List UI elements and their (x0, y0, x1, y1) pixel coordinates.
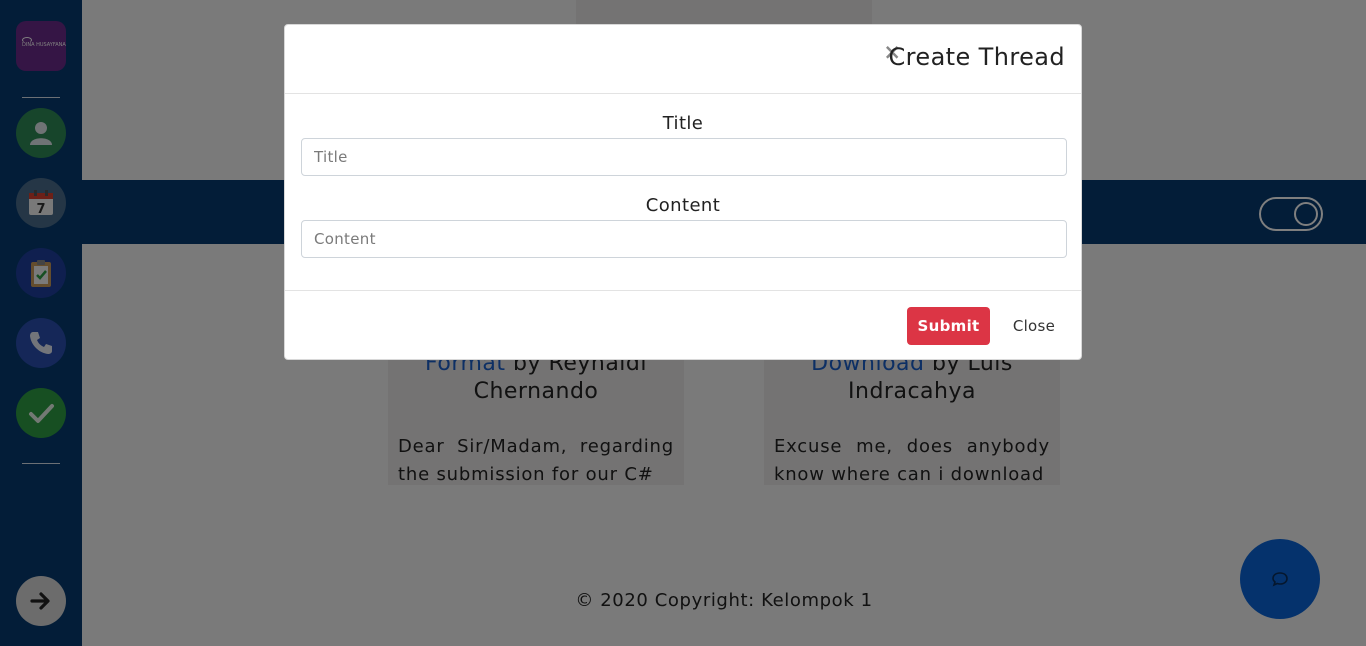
create-thread-modal: × Create Thread Title Content Submit Clo… (284, 24, 1082, 360)
close-button[interactable]: Close (1003, 307, 1065, 345)
title-label: Title (662, 113, 704, 134)
content-input[interactable] (301, 220, 1067, 258)
modal-footer: Submit Close (285, 290, 1081, 360)
title-input[interactable] (301, 138, 1067, 176)
content-label: Content (645, 195, 721, 216)
modal-header: × Create Thread (285, 25, 1081, 94)
modal-title: Create Thread (888, 43, 1065, 71)
submit-button[interactable]: Submit (907, 307, 990, 345)
